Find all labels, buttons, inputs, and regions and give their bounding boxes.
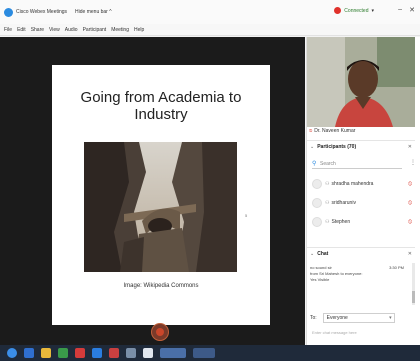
start-icon[interactable] [7,348,17,358]
phone-icon: ⚇ [325,181,330,187]
menu-meeting[interactable]: Meeting [111,27,129,33]
more-options-icon[interactable]: ⋮ [410,159,416,166]
menu-view[interactable]: View [49,27,60,33]
menu-audio[interactable]: Audio [65,27,78,33]
participant-name: sridharuniv [331,200,356,206]
chat-recipient-row: To: Everyone [310,313,395,323]
chat-scrollbar[interactable] [412,263,415,305]
menu-share[interactable]: Share [31,27,44,33]
presentation-slide: Going from Academia to Industry 5 Image:… [52,65,270,325]
video-name-label: ⦸ Dr. Naveen Kumar [309,128,355,134]
connection-status-label: Connected [344,7,369,14]
app-icon[interactable] [58,348,68,358]
chat-title: Chat [317,250,329,257]
browser-icon[interactable] [24,348,34,358]
participant-row[interactable]: ⚇ sridharuniv ⦸ [312,194,412,212]
search-icon: ⚲ [312,161,317,167]
windows-taskbar [0,345,420,361]
slide-title: Going from Academia to Industry [80,89,242,123]
window-title: Cisco Webex Meetings [16,9,68,15]
webex-logo-icon [4,7,13,17]
app-icon[interactable] [143,348,153,358]
recipient-select[interactable]: Everyone [322,313,395,323]
title-bar: Cisco Webex Meetings Hide menu bar ^ Con… [0,0,420,24]
chat-timestamp: 3:30 PM [389,265,404,270]
app-icon[interactable] [193,348,215,358]
right-panel: ⦸ Dr. Naveen Kumar ⌄ Participants (70) ✕… [306,37,420,345]
hide-menu-bar-link[interactable]: Hide menu bar ^ [75,9,112,15]
mic-muted-icon: ⦸ [309,128,313,134]
chevron-down-icon: ▾ [371,7,374,14]
phone-icon: ⚇ [325,219,330,225]
shared-content-stage[interactable]: Going from Academia to Industry 5 Image:… [0,37,305,345]
app-icon[interactable] [160,348,186,358]
mic-muted-icon[interactable]: ⦸ [408,200,412,207]
slide-marker: 5 [245,213,248,218]
chat-messages: no sound sir from Sri Mahesh to everyone… [310,265,410,283]
webex-taskbar-icon[interactable] [92,348,102,358]
app-icon[interactable] [109,348,119,358]
menu-bar: File Edit Share View Audio Participant M… [0,24,420,36]
phone-icon: ⚇ [325,200,330,206]
app-icon[interactable] [126,348,136,358]
participant-name: shradha mahendra [331,181,374,187]
close-icon[interactable]: ✕ [408,251,412,257]
record-dot-icon [334,7,342,14]
participant-row[interactable]: ⚇ Stephen ⦸ [312,213,412,231]
avatar [312,198,322,208]
chat-header[interactable]: ⌄ Chat ✕ [307,247,415,259]
stone-bridge-photo [84,142,237,272]
search-placeholder: Search [320,161,336,167]
mic-muted-icon[interactable]: ⦸ [408,219,412,226]
participant-search-input[interactable]: ⚲ Search [312,159,402,169]
active-speaker-video[interactable] [307,37,415,127]
menu-file[interactable]: File [4,27,12,33]
to-label: To: [310,315,317,321]
chat-message: Yes Visible [310,277,330,282]
webex-window: Cisco Webex Meetings Hide menu bar ^ Con… [0,0,420,361]
chevron-down-icon: ⌄ [310,143,315,150]
slide-caption: Image: Wikipedia Commons [123,283,199,289]
menu-help[interactable]: Help [134,27,144,33]
participant-name: Stephen [331,219,351,225]
avatar [312,217,322,227]
menu-edit[interactable]: Edit [17,27,26,33]
connection-status[interactable]: Connected ▾ [334,7,374,14]
close-icon[interactable]: ✕ [408,144,412,150]
minimize-button[interactable]: – [398,6,402,13]
participants-title: Participants (70) [317,143,357,150]
chevron-down-icon: ⌄ [310,250,315,257]
folder-icon[interactable] [41,348,51,358]
close-button[interactable]: ✕ [409,6,415,14]
mic-muted-icon[interactable]: ⦸ [408,181,412,188]
participant-row[interactable]: ⚇ shradha mahendra ⦸ [312,175,412,193]
avatar [312,179,322,189]
speaker-name: Dr. Naveen Kumar [314,128,356,134]
menu-participant[interactable]: Participant [83,27,107,33]
app-icon[interactable] [75,348,85,358]
stop-sharing-button[interactable] [151,323,169,341]
participants-header[interactable]: ⌄ Participants (70) ✕ [307,140,415,152]
chat-message-input[interactable]: Enter chat message here [310,327,414,339]
